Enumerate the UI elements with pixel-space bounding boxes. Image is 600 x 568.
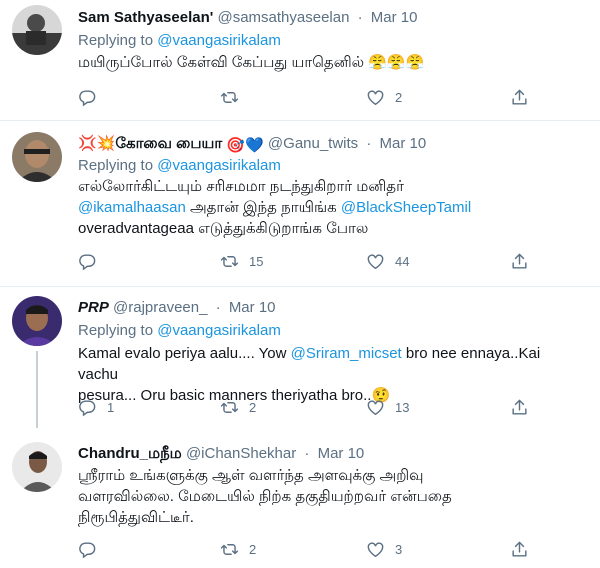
replying-to: Replying to @vaangasirikalam bbox=[78, 32, 281, 50]
action-bar: 15 44 bbox=[78, 251, 538, 271]
replying-to-link[interactable]: @vaangasirikalam bbox=[157, 157, 281, 174]
retweet-icon bbox=[220, 252, 239, 271]
like-button[interactable]: 13 bbox=[366, 397, 409, 417]
like-button[interactable]: 2 bbox=[366, 87, 402, 107]
replying-to: Replying to @vaangasirikalam bbox=[78, 157, 281, 175]
tweet-line: @ikamalhaasan அதான் இந்த நாயிங்க @BlackS… bbox=[78, 197, 580, 218]
reply-icon bbox=[78, 540, 97, 559]
action-bar: 1 2 13 bbox=[78, 397, 538, 417]
retweet-count: 2 bbox=[249, 399, 257, 415]
like-button[interactable]: 3 bbox=[366, 539, 402, 559]
retweet-icon bbox=[220, 540, 239, 559]
reply-button[interactable] bbox=[78, 251, 107, 271]
action-bar: 2 bbox=[78, 87, 538, 107]
tweet-line: ஸ்ரீராம் உங்களுக்கு ஆள் வளர்ந்த அளவுக்கு… bbox=[78, 467, 424, 484]
retweet-count: 15 bbox=[249, 253, 264, 269]
tweet-line: வளரவில்லை. மேடையில் நிற்க தகுதியற்றவர் எ… bbox=[78, 488, 452, 505]
heart-icon bbox=[366, 252, 385, 271]
separator-dot: · bbox=[215, 299, 221, 316]
avatar[interactable] bbox=[12, 296, 62, 346]
tweet-header: Chandru_மநீம @iChanShekhar · Mar 10 bbox=[78, 445, 364, 463]
retweet-icon bbox=[220, 398, 239, 417]
avatar[interactable] bbox=[12, 442, 62, 492]
tweet-header: 💢💥கோவை பையா 🎯💙 @Ganu_twits · Mar 10 bbox=[78, 135, 426, 155]
user-handle[interactable]: @iChanShekhar bbox=[186, 445, 296, 462]
user-handle[interactable]: @samsathyaseelan bbox=[217, 9, 349, 26]
share-icon bbox=[510, 398, 529, 417]
share-button[interactable] bbox=[510, 397, 529, 417]
separator-dot: · bbox=[366, 135, 372, 152]
reply-button[interactable] bbox=[78, 539, 107, 559]
retweet-icon bbox=[220, 88, 239, 107]
retweet-button[interactable] bbox=[220, 87, 249, 107]
replying-to-link[interactable]: @vaangasirikalam bbox=[157, 32, 281, 49]
replying-to: Replying to @vaangasirikalam bbox=[78, 322, 281, 340]
retweet-count: 2 bbox=[249, 541, 257, 557]
like-button[interactable]: 44 bbox=[366, 251, 409, 271]
avatar[interactable] bbox=[12, 132, 62, 182]
share-button[interactable] bbox=[510, 539, 529, 559]
action-bar: 2 3 bbox=[78, 539, 538, 559]
separator-dot: · bbox=[357, 9, 363, 26]
heart-icon bbox=[366, 88, 385, 107]
reply-icon bbox=[78, 398, 97, 417]
tweet-4[interactable]: Chandru_மநீம @iChanShekhar · Mar 10 ஸ்ரீ… bbox=[0, 428, 600, 568]
reply-button[interactable] bbox=[78, 87, 107, 107]
reply-icon bbox=[78, 88, 97, 107]
reply-icon bbox=[78, 252, 97, 271]
tweet-line-text: அதான் இந்த நாயிங்க bbox=[185, 199, 341, 216]
replying-label: Replying to bbox=[78, 157, 158, 174]
tweet-date[interactable]: Mar 10 bbox=[229, 299, 276, 316]
share-icon bbox=[510, 540, 529, 559]
display-name-text: 💢💥கோவை பையா bbox=[78, 135, 223, 152]
like-count: 2 bbox=[395, 89, 403, 105]
tweet-line: Kamal evalo periya aalu.... Yow @Sriram_… bbox=[78, 343, 580, 385]
display-name[interactable]: Sam Sathyaseelan' bbox=[78, 9, 213, 26]
tweet-line-text: Kamal evalo periya aalu.... Yow bbox=[78, 345, 291, 362]
share-icon bbox=[510, 252, 529, 271]
share-button[interactable] bbox=[510, 87, 529, 107]
user-handle[interactable]: @rajpraveen_ bbox=[113, 299, 207, 316]
reply-count: 1 bbox=[107, 399, 115, 415]
tweet-date[interactable]: Mar 10 bbox=[380, 135, 427, 152]
like-count: 13 bbox=[395, 399, 410, 415]
retweet-button[interactable]: 2 bbox=[220, 397, 256, 417]
tweet-header: Sam Sathyaseelan' @samsathyaseelan · Mar… bbox=[78, 9, 417, 27]
retweet-button[interactable]: 15 bbox=[220, 251, 263, 271]
tweet-text: எல்லோர்கிட்டயும் சரிசமமா நடந்துகிறார் மன… bbox=[78, 176, 580, 239]
separator-dot: · bbox=[304, 445, 310, 462]
display-name[interactable]: Chandru_மநீம bbox=[78, 445, 182, 462]
name-emoji: 🎯💙 bbox=[226, 137, 264, 154]
avatar[interactable] bbox=[12, 5, 62, 55]
reply-button[interactable]: 1 bbox=[78, 397, 114, 417]
tweet-2[interactable]: 💢💥கோவை பையா 🎯💙 @Ganu_twits · Mar 10 Repl… bbox=[0, 121, 600, 286]
tweet-1[interactable]: Sam Sathyaseelan' @samsathyaseelan · Mar… bbox=[0, 0, 600, 120]
heart-icon bbox=[366, 398, 385, 417]
tweet-line: overadvantageaa எடுத்துக்கிடுறாங்க போல bbox=[78, 220, 369, 237]
tweet-header: PRP @rajpraveen_ · Mar 10 bbox=[78, 299, 276, 317]
mention-link[interactable]: @ikamalhaasan bbox=[78, 199, 186, 216]
tweet-text: மயிருப்போல் கேள்வி கேப்பது யாதெனில் 😤😤😤 bbox=[78, 54, 425, 71]
heart-icon bbox=[366, 540, 385, 559]
mention-link[interactable]: @BlackSheepTamil bbox=[341, 199, 471, 216]
retweet-button[interactable]: 2 bbox=[220, 539, 256, 559]
replying-to-link[interactable]: @vaangasirikalam bbox=[157, 322, 281, 339]
like-count: 44 bbox=[395, 253, 410, 269]
mention-link[interactable]: @Sriram_micset bbox=[291, 345, 402, 362]
replying-label: Replying to bbox=[78, 322, 158, 339]
tweet-date[interactable]: Mar 10 bbox=[371, 9, 418, 26]
share-icon bbox=[510, 88, 529, 107]
tweet-3[interactable]: PRP @rajpraveen_ · Mar 10 Replying to @v… bbox=[0, 287, 600, 428]
tweet-text: ஸ்ரீராம் உங்களுக்கு ஆள் வளர்ந்த அளவுக்கு… bbox=[78, 465, 580, 528]
tweet-line: எல்லோர்கிட்டயும் சரிசமமா நடந்துகிறார் மன… bbox=[78, 178, 404, 195]
thread-line bbox=[36, 351, 38, 428]
tweet-date[interactable]: Mar 10 bbox=[318, 445, 365, 462]
share-button[interactable] bbox=[510, 251, 529, 271]
replying-label: Replying to bbox=[78, 32, 158, 49]
display-name[interactable]: 💢💥கோவை பையா 🎯💙 bbox=[78, 135, 264, 154]
tweet-line: நிரூபித்துவிட்டீர். bbox=[78, 509, 194, 526]
like-count: 3 bbox=[395, 541, 403, 557]
display-name[interactable]: PRP bbox=[78, 299, 109, 316]
user-handle[interactable]: @Ganu_twits bbox=[268, 135, 358, 152]
